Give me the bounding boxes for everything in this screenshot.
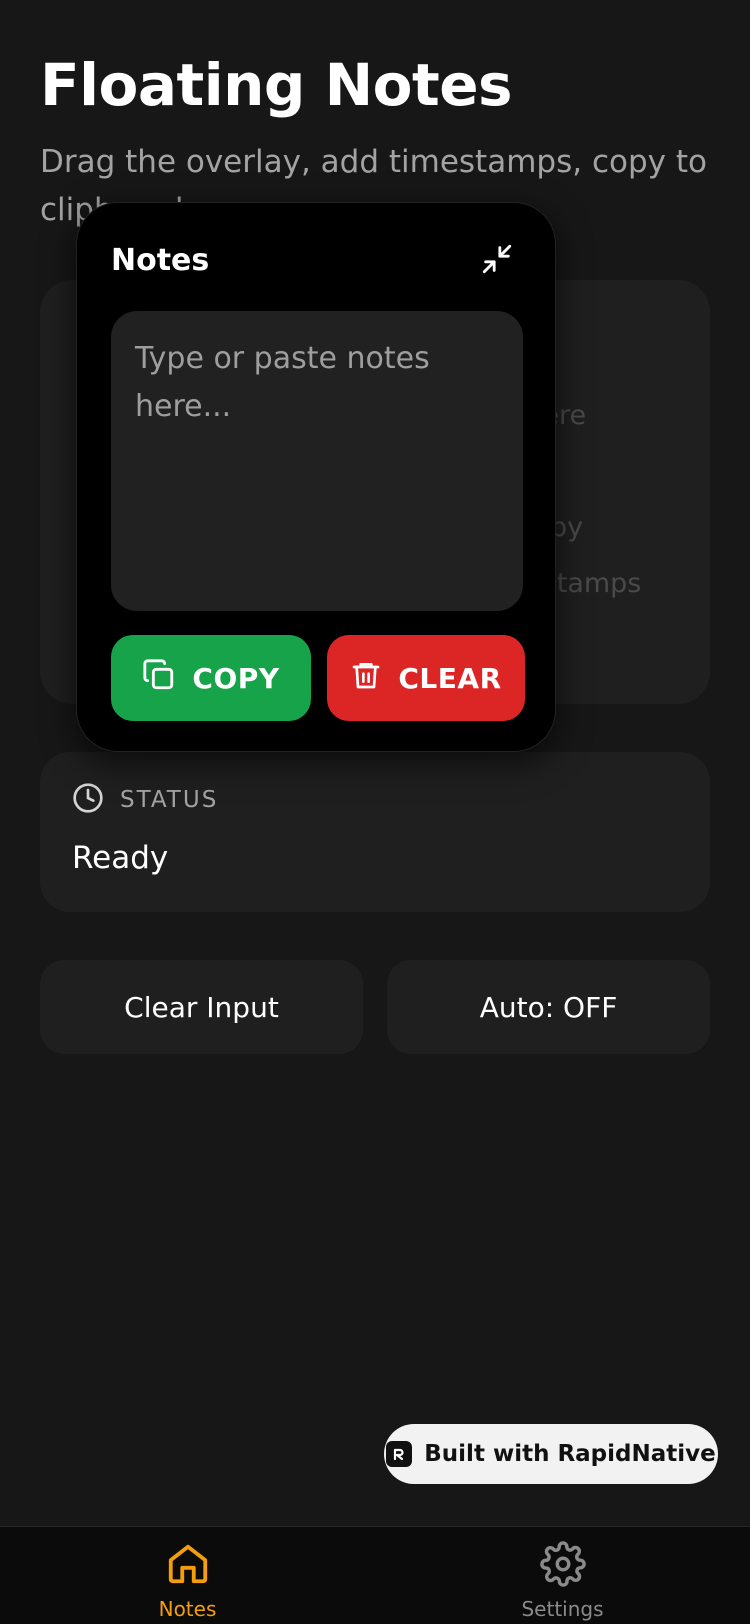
floating-notes-overlay[interactable]: Notes COPY CLEAR [76,202,556,752]
status-value: Ready [72,840,169,876]
clear-label: CLEAR [398,661,502,695]
notes-input[interactable] [111,311,523,611]
copy-label: COPY [192,661,280,695]
clear-input-button[interactable]: Clear Input [40,960,363,1054]
trash-icon [350,659,382,698]
status-label: STATUS [120,787,219,813]
home-icon [165,1541,211,1591]
gear-icon [539,1541,586,1591]
tab-label: Settings [521,1597,604,1621]
rapidnative-logo-icon [386,1441,413,1467]
auto-toggle-button[interactable]: Auto: OFF [387,960,710,1054]
page-title: Floating Notes [40,51,513,119]
minimize-button[interactable] [477,241,517,281]
clear-button[interactable]: CLEAR [327,635,525,721]
copy-button[interactable]: COPY [111,635,311,721]
minimize-icon [480,242,514,280]
tab-label: Notes [158,1597,217,1621]
overlay-title: Notes [111,243,210,278]
badge-label: Built with RapidNative [424,1441,716,1467]
copy-icon [142,658,176,699]
tab-settings[interactable]: Settings [375,1527,750,1624]
tab-notes[interactable]: Notes [0,1527,375,1624]
status-card: STATUS Ready [40,752,710,912]
control-buttons: Clear Input Auto: OFF [40,960,710,1054]
clock-icon [72,782,104,818]
bottom-tab-bar: Notes Settings [0,1526,750,1624]
built-with-badge[interactable]: Built with RapidNative [384,1424,718,1484]
